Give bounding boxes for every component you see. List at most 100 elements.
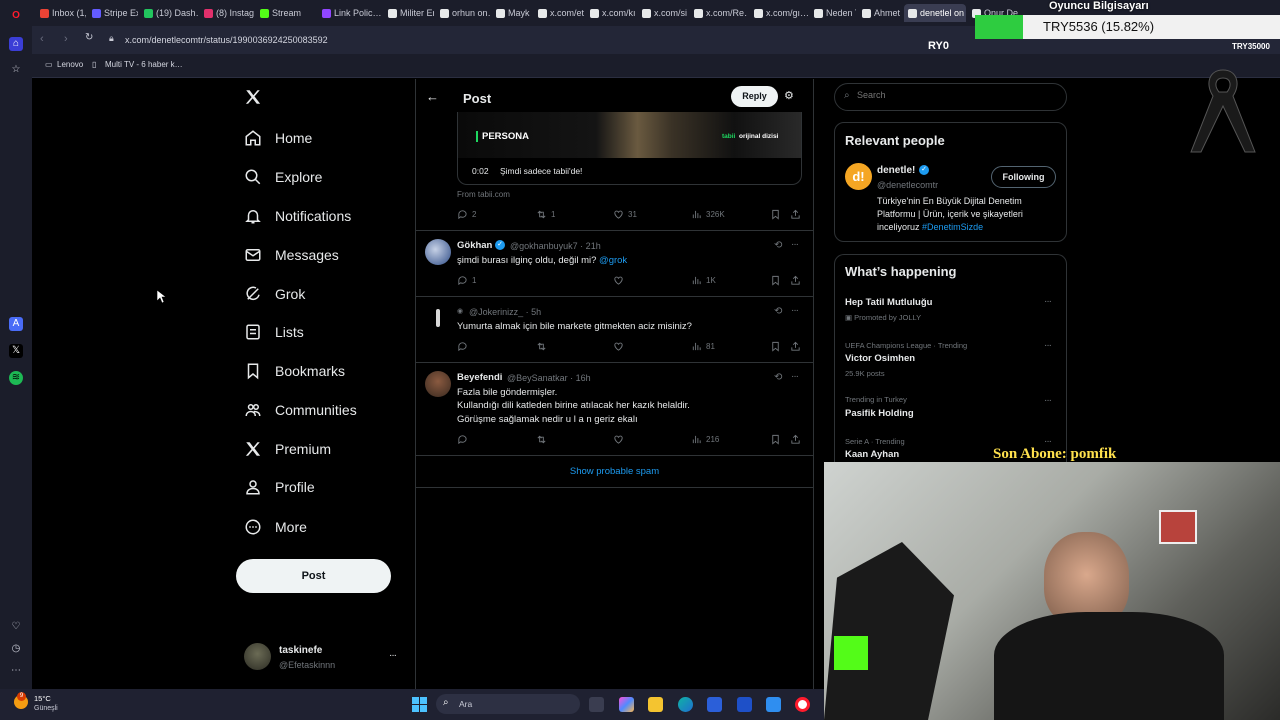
browser-tab[interactable]: Stripe Ex…	[88, 4, 138, 22]
back-icon[interactable]: ‹	[40, 33, 44, 45]
reply-menu-icon[interactable]: ···	[791, 371, 799, 382]
browser-tab[interactable]: Ahmet s…	[858, 4, 902, 22]
nav-messages[interactable]: Messages	[244, 246, 339, 264]
views-action[interactable]: 216	[691, 434, 719, 445]
browser-tab[interactable]: Stream	[256, 4, 314, 22]
file-explorer-icon[interactable]	[648, 697, 663, 712]
opera-icon[interactable]	[795, 697, 810, 712]
browser-tab[interactable]: denetlel on X…	[904, 4, 966, 22]
browser-tab[interactable]: Mayk İnş…	[492, 4, 532, 22]
copilot-icon[interactable]	[619, 697, 634, 712]
search-input[interactable]	[857, 90, 1057, 100]
relevant-handle[interactable]: @denetlecomtr	[877, 180, 938, 190]
task-view-icon[interactable]	[589, 697, 604, 712]
trend-menu-icon[interactable]: ···	[1044, 395, 1052, 406]
back-arrow-icon[interactable]: ←	[426, 89, 439, 104]
share-action[interactable]	[790, 275, 801, 286]
media-source[interactable]: From tabii.com	[457, 190, 510, 199]
avatar[interactable]	[244, 643, 271, 670]
browser-tab[interactable]: (8) Instag…	[200, 4, 254, 22]
nav-explore[interactable]: Explore	[244, 168, 322, 186]
bookmark-lenovo[interactable]: Lenovo	[57, 60, 83, 69]
mention-link[interactable]: @grok	[599, 255, 627, 266]
browser-tab[interactable]: x.com/si…	[638, 4, 688, 22]
share-action[interactable]	[790, 434, 801, 445]
nav-grok[interactable]: Grok	[244, 285, 305, 303]
trend-title[interactable]: Hep Tatil Mutluluğu	[845, 297, 932, 308]
browser-tab[interactable]: Militer Er…	[384, 4, 434, 22]
grok-explain-icon[interactable]: ⟲	[774, 372, 782, 383]
nav-notifications[interactable]: Notifications	[244, 207, 351, 225]
trend-title[interactable]: Kaan Ayhan	[845, 449, 899, 460]
more-dots-icon[interactable]: ⋯	[9, 664, 23, 678]
grok-explain-icon[interactable]: ⟲	[774, 240, 782, 251]
reply-action[interactable]: 1	[457, 275, 476, 286]
aria-icon[interactable]: A	[9, 317, 23, 331]
settings-sliders-icon[interactable]: ⚙︎	[784, 89, 794, 102]
windows-start-icon[interactable]	[412, 697, 427, 712]
opera-logo-icon[interactable]: O	[9, 9, 23, 23]
reply-handle[interactable]: @Jokerinizz_ · 5h	[469, 307, 541, 317]
share-action[interactable]	[790, 209, 801, 220]
nav-more[interactable]: More	[244, 518, 307, 536]
browser-tab[interactable]: (19) Dash…	[140, 4, 198, 22]
trend-menu-icon[interactable]: ···	[1044, 340, 1052, 351]
share-action[interactable]	[790, 341, 801, 352]
trend-title[interactable]: Victor Osimhen	[845, 353, 915, 364]
url-text[interactable]: x.com/denetlecomtr/status/19900369242500…	[125, 35, 328, 45]
bookmark-multitv[interactable]: Multi TV - 6 haber k…	[105, 60, 183, 69]
nav-profile[interactable]: Profile	[244, 478, 315, 496]
avatar[interactable]	[425, 305, 451, 331]
hashtag-link[interactable]: #DenetimSizde	[922, 222, 983, 232]
nav-bookmarks[interactable]: Bookmarks	[244, 362, 345, 380]
like-action[interactable]	[613, 341, 624, 352]
grok-explain-icon[interactable]: ⟲	[774, 306, 782, 317]
reply-handle[interactable]: @gokhanbuyuk7 · 21h	[510, 241, 601, 251]
nav-home[interactable]: Home	[244, 129, 312, 147]
like-action[interactable]: 31	[613, 209, 637, 220]
relevant-name[interactable]: denetle!	[877, 165, 915, 176]
reply-action[interactable]	[457, 434, 468, 445]
lenovo-icon[interactable]	[737, 697, 752, 712]
nav-communities[interactable]: Communities	[244, 401, 357, 419]
views-action[interactable]: 326K	[691, 209, 725, 220]
bookmark-action[interactable]	[770, 434, 781, 445]
reply-menu-icon[interactable]: ···	[791, 239, 799, 250]
like-action[interactable]	[613, 434, 624, 445]
spotify-icon[interactable]: ≋	[9, 371, 23, 385]
repost-action[interactable]	[536, 341, 547, 352]
reply-author[interactable]: Gökhan	[457, 240, 492, 251]
like-action[interactable]	[613, 275, 624, 286]
following-button[interactable]: Following	[991, 166, 1056, 188]
media-card[interactable]: PERSONA tabii orijinal dizisi 0:02 Şimdi…	[457, 112, 802, 185]
star-icon[interactable]: ☆	[9, 63, 23, 77]
post-button[interactable]: Post	[236, 559, 391, 593]
avatar[interactable]	[425, 371, 451, 397]
browser-tab[interactable]: Link Polic…	[318, 4, 382, 22]
reload-icon[interactable]: ↻	[85, 32, 93, 43]
reply-action[interactable]: 2	[457, 209, 476, 220]
x-logo-icon[interactable]	[244, 88, 262, 106]
browser-tab[interactable]: x.com/kı…	[586, 4, 636, 22]
trend-menu-icon[interactable]: ···	[1044, 296, 1052, 307]
browser-tab[interactable]: x.com/gı…	[750, 4, 808, 22]
x-app-icon[interactable]: 𝕏	[9, 344, 23, 358]
edge-icon[interactable]	[678, 697, 693, 712]
bookmark-action[interactable]	[770, 275, 781, 286]
repost-action[interactable]	[536, 434, 547, 445]
views-action[interactable]: 81	[691, 341, 715, 352]
reply-menu-icon[interactable]: ···	[791, 305, 799, 316]
browser-tab[interactable]: orhun on…	[436, 4, 490, 22]
forward-icon[interactable]: ›	[64, 33, 68, 45]
avatar[interactable]: d!	[845, 163, 872, 190]
repost-action[interactable]: 1	[536, 209, 555, 220]
heart-icon[interactable]: ♡	[9, 620, 23, 634]
nav-premium[interactable]: Premium	[244, 440, 331, 458]
browser-tab[interactable]: x.com/Re…	[690, 4, 748, 22]
reply-button[interactable]: Reply	[731, 86, 778, 107]
nav-lists[interactable]: Lists	[244, 323, 304, 341]
trend-title[interactable]: Pasifik Holding	[845, 408, 914, 419]
search-box[interactable]: ⌕	[834, 83, 1067, 111]
reply-author[interactable]: Beyefendi	[457, 372, 502, 383]
bookmark-action[interactable]	[770, 341, 781, 352]
